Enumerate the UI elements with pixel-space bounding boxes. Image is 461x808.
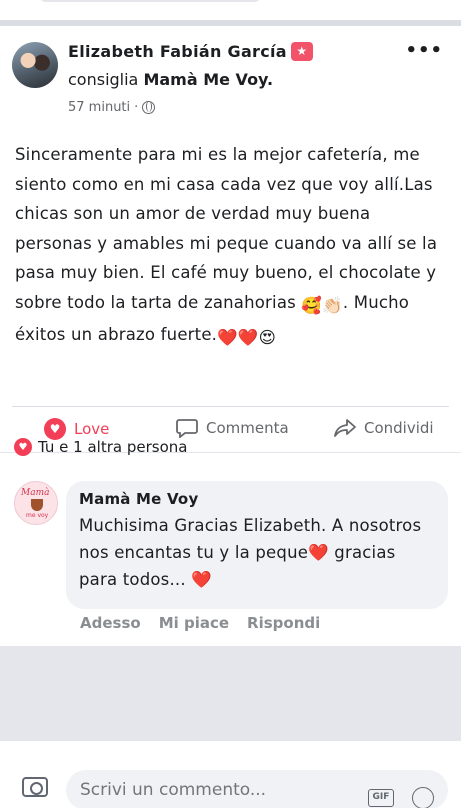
comment-text: Muchisima Gracias Elizabeth. A nosotros … — [79, 512, 435, 593]
love-reaction-icon: ♥ — [14, 438, 32, 456]
author-avatar[interactable] — [12, 42, 58, 88]
comment-author[interactable]: Mamà Me Voy — [79, 490, 435, 508]
avatar-logo-text: Mamà — [21, 488, 50, 498]
divider — [12, 406, 449, 407]
camera-icon[interactable] — [22, 777, 48, 797]
cup-icon — [31, 499, 43, 511]
comment-time[interactable]: Adesso — [80, 614, 141, 632]
author-name[interactable]: Elizabeth Fabián García — [68, 42, 287, 61]
reactions-summary[interactable]: ♥ Tu e 1 altra persona — [14, 438, 187, 456]
meta-separator: · — [134, 100, 139, 115]
comment-icon — [176, 419, 198, 438]
comment-bubble[interactable]: Mamà Me Voy Muchisima Gracias Elizabeth.… — [66, 481, 448, 609]
action-verb: consiglia — [68, 70, 139, 89]
share-button[interactable]: Condividi — [334, 418, 434, 438]
heart-icon: ♥ — [44, 418, 66, 440]
post-meta: 57 minuti · — [68, 100, 156, 115]
previous-post-edge — [0, 0, 461, 26]
emoji-icon[interactable] — [412, 787, 434, 808]
post-body: Sinceramente para mi es la mejor cafeter… — [15, 140, 445, 353]
love-label: Love — [74, 420, 110, 438]
more-options-icon[interactable]: ••• — [405, 40, 443, 61]
comment-label: Commenta — [206, 419, 289, 437]
comment-composer: GIF — [0, 741, 461, 808]
reply-button[interactable]: Rispondi — [247, 614, 320, 632]
globe-icon — [142, 101, 156, 114]
faded-text-placeholder — [40, 0, 260, 2]
comment-actions: Adesso Mi piace Rispondi — [80, 614, 320, 632]
comment-button[interactable]: Commenta — [176, 418, 289, 438]
share-label: Condividi — [364, 419, 434, 437]
red-heart-emoji: ❤️ — [308, 543, 329, 562]
page-name-link[interactable]: Mamà Me Voy — [143, 70, 267, 89]
like-comment-button[interactable]: Mi piace — [159, 614, 229, 632]
post-header: Elizabeth Fabián García ★ — [68, 42, 313, 61]
post-time[interactable]: 57 minuti — [68, 100, 130, 115]
hearts-heart-eyes-emoji: ❤️❤️😍 — [217, 328, 277, 347]
gif-icon[interactable]: GIF — [368, 789, 394, 807]
share-arrow-icon — [334, 419, 356, 437]
reactions-text: Tu e 1 altra persona — [38, 438, 188, 456]
avatar-logo-subtext: me voy — [26, 512, 49, 519]
post-text-part1: Sinceramente para mi es la mejor cafeter… — [15, 145, 438, 312]
smiling-hearts-clap-emoji: 🥰👏🏻 — [301, 295, 343, 315]
page-avatar[interactable]: Mamà me voy — [14, 481, 58, 525]
love-button[interactable]: ♥ Love — [44, 418, 109, 440]
star-badge-icon: ★ — [290, 42, 313, 61]
post-action-line: consiglia Mamà Me Voy. — [68, 70, 273, 89]
red-heart-emoji: ❤️ — [191, 570, 212, 589]
page-name-suffix: . — [267, 70, 274, 89]
feed-separator — [0, 646, 461, 741]
